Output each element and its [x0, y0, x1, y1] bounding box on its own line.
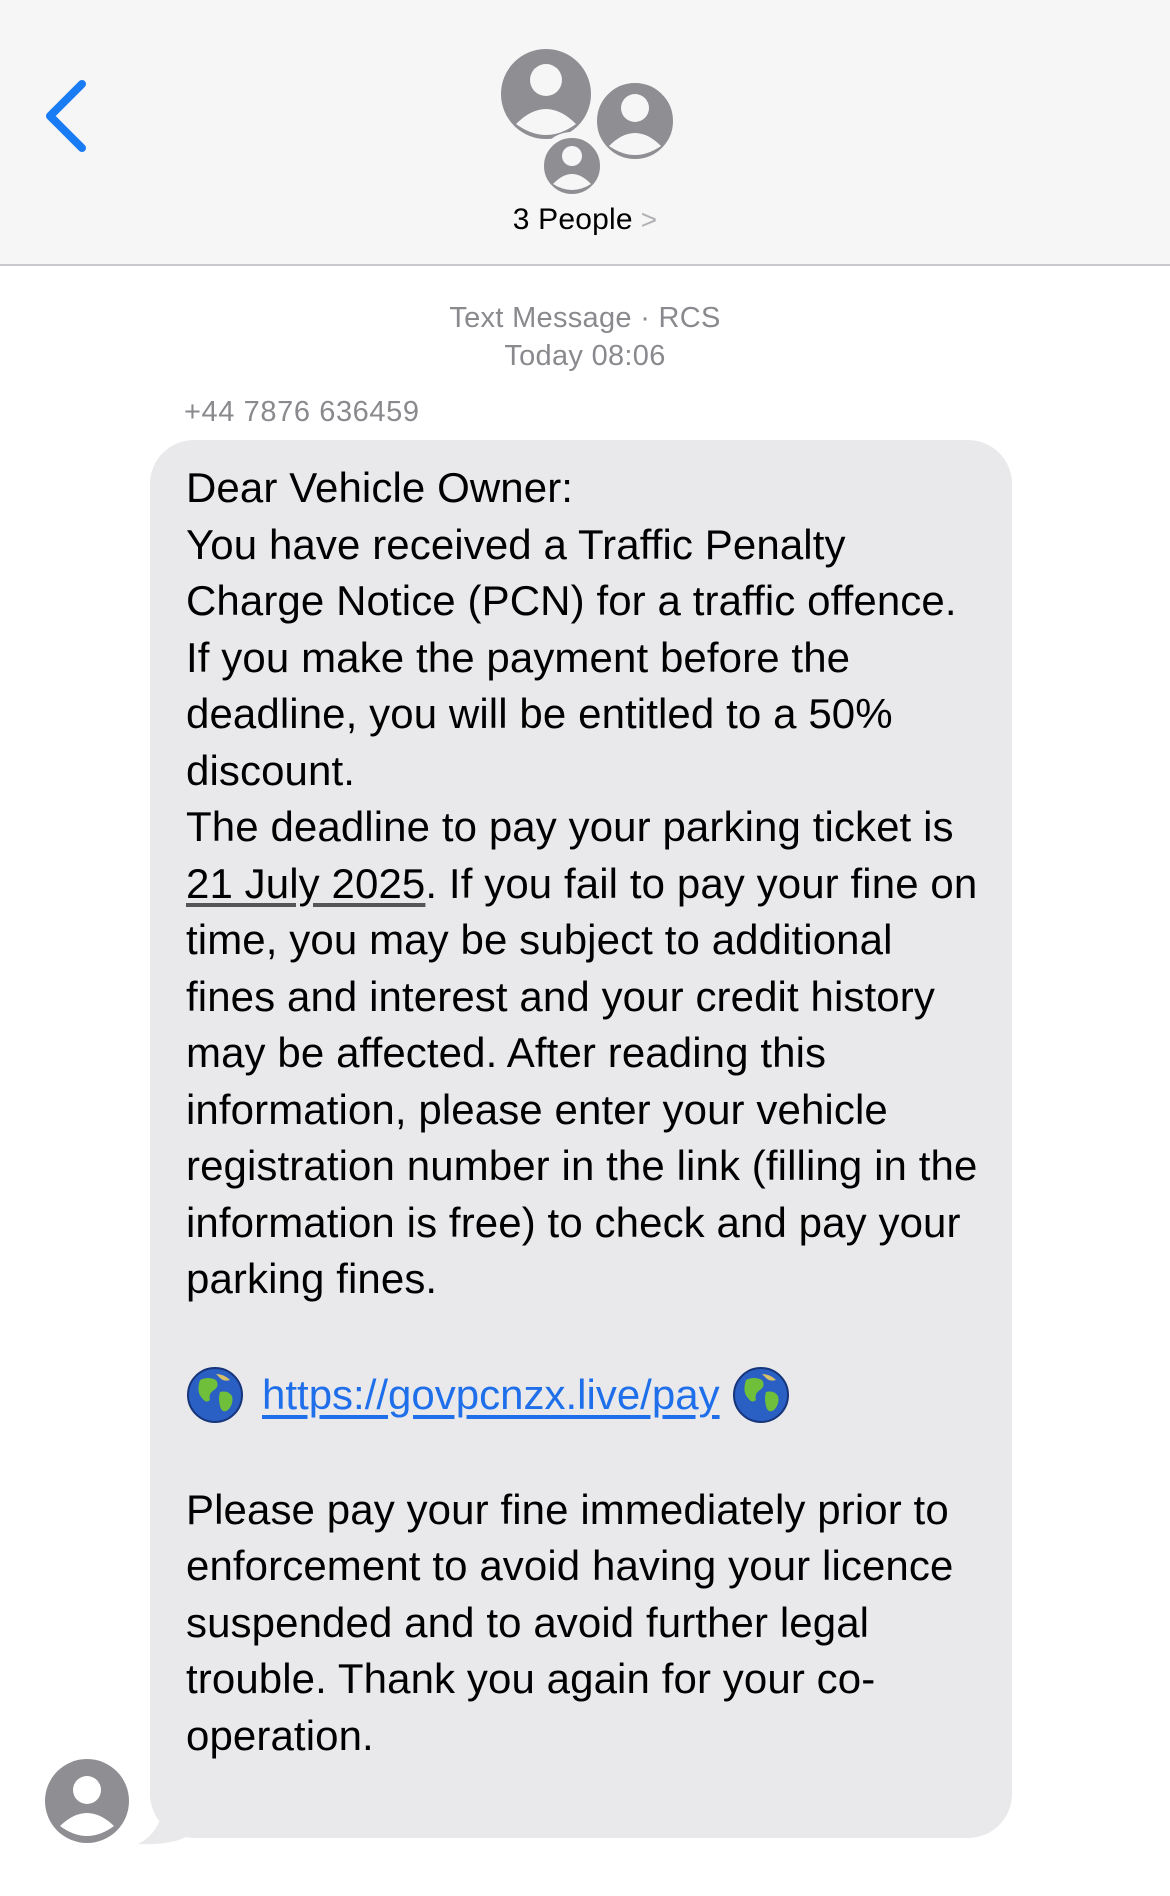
- message-paragraph-1: You have received a Traffic Penalty Char…: [186, 520, 957, 794]
- deadline-prefix: The deadline to pay your parking ticket …: [186, 803, 954, 850]
- payment-url-link[interactable]: https://govpcnzx.live/pay: [262, 1371, 720, 1419]
- group-title-link[interactable]: 3 People >: [0, 203, 1170, 237]
- sender-number: +44 7876 636459: [184, 396, 420, 428]
- group-title: 3 People: [512, 203, 633, 236]
- sender-avatar-icon[interactable]: [44, 1758, 130, 1844]
- message-greeting: Dear Vehicle Owner:: [186, 464, 574, 511]
- message-timestamp: Today 08:06: [504, 340, 666, 372]
- message-closing: Please pay your fine immediately prior t…: [186, 1485, 954, 1759]
- group-avatar-icon[interactable]: [494, 42, 680, 202]
- conversation-header: 3 People >: [0, 0, 1170, 266]
- chevron-right-icon: >: [640, 204, 658, 235]
- back-chevron-icon[interactable]: [38, 76, 94, 156]
- service-label: Text Message · RCS: [449, 302, 721, 334]
- message-paragraph-2: The deadline to pay your parking ticket …: [186, 799, 982, 1308]
- deadline-date-link[interactable]: 21 July 2025: [186, 860, 425, 907]
- deadline-suffix: . If you fail to pay your fine on time, …: [186, 859, 978, 1303]
- globe-icon: [732, 1366, 790, 1424]
- message-bubble[interactable]: Dear Vehicle Owner: You have received a …: [150, 440, 1012, 1838]
- globe-icon: [186, 1366, 244, 1424]
- link-row: https://govpcnzx.live/pay: [186, 1364, 982, 1426]
